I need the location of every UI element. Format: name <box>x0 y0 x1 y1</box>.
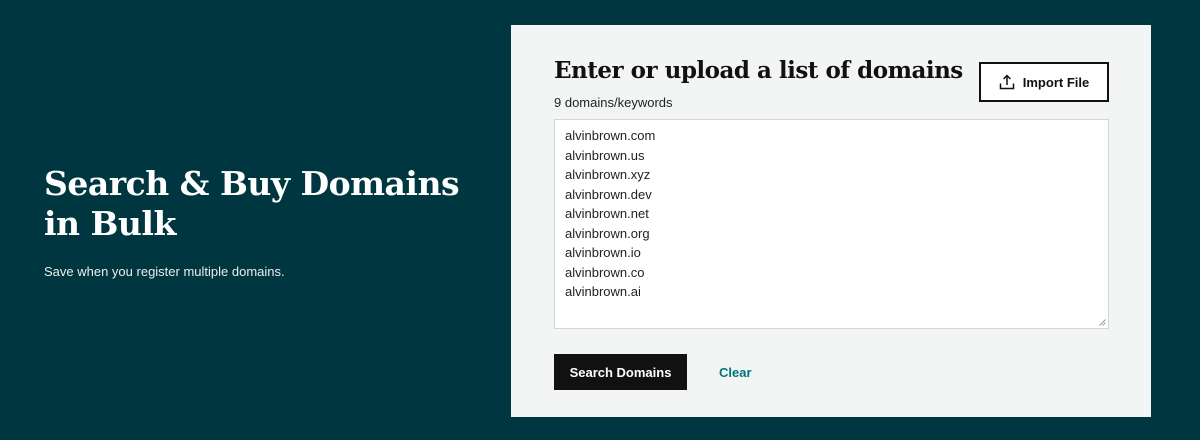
domain-count: 9 domains/keywords <box>554 95 673 110</box>
upload-icon <box>999 74 1015 90</box>
bulk-search-panel: Enter or upload a list of domains 9 doma… <box>511 25 1151 417</box>
import-file-label: Import File <box>1022 74 1090 90</box>
hero-title: Search & Buy Domains in Bulk <box>44 164 460 243</box>
domain-entry: alvinbrown.org <box>565 225 650 241</box>
domain-entry: alvinbrown.xyz <box>565 167 651 182</box>
search-domains-button[interactable]: Search Domains <box>554 354 687 390</box>
resize-grip-icon[interactable] <box>1099 319 1106 326</box>
domain-entry: alvinbrown.dev <box>565 186 652 202</box>
hero-section: Search & Buy Domains in Bulk Save when y… <box>44 164 474 279</box>
clear-link[interactable]: Clear <box>719 365 752 380</box>
domain-entry: alvinbrown.ai <box>565 284 641 299</box>
domain-entry: alvinbrown.co <box>565 264 645 280</box>
domain-entry: alvinbrown.us <box>565 147 645 163</box>
domain-entry: alvinbrown.net <box>565 206 649 221</box>
import-file-button[interactable]: Import File <box>979 62 1109 102</box>
hero-subtitle: Save when you register multiple domains. <box>44 264 285 279</box>
domain-entry: alvinbrown.com <box>565 128 656 143</box>
domain-entry: alvinbrown.io <box>565 245 641 260</box>
panel-title: Enter or upload a list of domains <box>554 57 963 84</box>
domain-list-textarea[interactable]: alvinbrown.com alvinbrown.us alvinbrown.xy… <box>554 119 1109 329</box>
